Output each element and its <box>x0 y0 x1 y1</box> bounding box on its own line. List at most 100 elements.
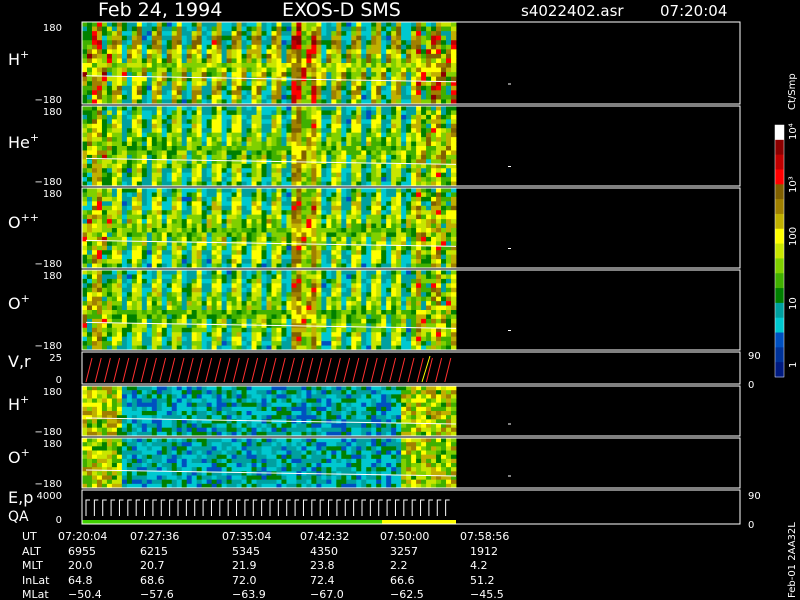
heatmap-cell <box>441 168 447 174</box>
heatmap-cell <box>161 106 168 111</box>
heatmap-cell <box>421 81 427 87</box>
heatmap-cell <box>156 223 163 229</box>
heatmap-cell <box>286 332 292 338</box>
heatmap-cell <box>451 259 457 264</box>
heatmap-cell <box>401 26 407 32</box>
heatmap-cell <box>101 310 108 315</box>
heatmap-cell <box>96 141 103 147</box>
heatmap-cell <box>116 283 123 289</box>
heatmap-cell <box>406 146 412 151</box>
heatmap-cell <box>121 159 128 165</box>
heatmap-cell <box>261 94 267 100</box>
heatmap-cell <box>111 63 118 68</box>
heatmap-cell <box>106 90 113 96</box>
heatmap-cell <box>231 40 237 46</box>
heatmap-cell <box>211 35 218 41</box>
heatmap-cell <box>296 35 302 41</box>
heatmap-cell <box>216 106 223 111</box>
heatmap-cell <box>201 177 208 182</box>
heatmap-cell <box>151 296 158 302</box>
heatmap-cell <box>446 53 452 59</box>
heatmap-cell <box>161 250 168 256</box>
heatmap-cell <box>121 22 128 27</box>
heatmap-cell <box>276 210 282 216</box>
heatmap-cell <box>246 214 252 220</box>
heatmap-cell <box>321 223 327 229</box>
heatmap-cell <box>211 53 218 59</box>
heatmap-cell <box>436 67 442 73</box>
heatmap-cell <box>86 201 93 207</box>
heatmap-cell <box>416 150 422 156</box>
heatmap-cell <box>191 81 198 87</box>
heatmap-cell <box>101 114 108 120</box>
heatmap-cell <box>366 177 372 182</box>
heatmap-cell <box>296 201 302 207</box>
heatmap-cell <box>281 205 287 211</box>
heatmap-cell <box>321 236 327 242</box>
heatmap-cell <box>281 172 287 178</box>
heatmap-cell <box>356 119 362 125</box>
heatmap-cell <box>181 85 188 91</box>
heatmap-cell <box>196 154 203 160</box>
heatmap-cell <box>111 35 118 41</box>
heatmap-cell <box>186 44 193 50</box>
heatmap-cell <box>156 94 163 100</box>
heatmap-cell <box>256 259 262 264</box>
heatmap-cell <box>331 287 337 293</box>
heatmap-cell <box>106 201 113 207</box>
heatmap-cell <box>146 123 153 129</box>
heatmap-cell <box>366 67 372 73</box>
heatmap-cell <box>276 154 282 160</box>
heatmap-cell <box>291 114 297 120</box>
heatmap-cell <box>246 35 252 41</box>
heatmap-cell <box>216 85 223 91</box>
heatmap-cell <box>156 150 163 156</box>
heatmap-cell <box>86 44 93 50</box>
heatmap-cell <box>451 232 457 238</box>
heatmap-cell <box>221 314 228 320</box>
heatmap-cell <box>181 232 188 238</box>
heatmap-cell <box>191 196 198 202</box>
heatmap-cell <box>136 31 143 37</box>
heatmap-cell <box>301 132 307 138</box>
heatmap-cell <box>106 177 113 182</box>
heatmap-cell <box>301 119 307 125</box>
heatmap-cell <box>341 163 347 169</box>
heatmap-cell <box>266 270 272 275</box>
heatmap-cell <box>231 283 237 289</box>
heatmap-cell <box>236 58 242 64</box>
heatmap-cell <box>371 141 377 147</box>
heatmap-cell <box>231 314 237 320</box>
heatmap-cell <box>151 137 158 142</box>
heatmap-cell <box>86 67 93 73</box>
heatmap-cell <box>176 214 183 220</box>
heatmap-cell <box>111 22 118 27</box>
heatmap-cell <box>211 283 218 289</box>
heatmap-cell <box>116 214 123 220</box>
heatmap-cell <box>226 223 232 229</box>
heatmap-cell <box>426 254 432 260</box>
heatmap-cell <box>96 219 103 224</box>
heatmap-cell <box>196 58 203 64</box>
heatmap-cell <box>106 168 113 174</box>
heatmap-cell <box>206 232 213 238</box>
heatmap-cell <box>316 44 322 50</box>
heatmap-cell <box>91 53 98 59</box>
heatmap-cell <box>421 168 427 174</box>
heatmap-cell <box>231 58 237 64</box>
heatmap-cell <box>101 214 108 220</box>
panel-2: O++180−180 <box>8 187 741 270</box>
heatmap-cell <box>206 228 213 233</box>
heatmap-cell <box>286 44 292 50</box>
heatmap-cell <box>221 31 228 37</box>
heatmap-cell <box>396 22 402 27</box>
heatmap-cell <box>166 85 173 91</box>
heatmap-cell <box>181 245 188 251</box>
heatmap-cell <box>301 172 307 178</box>
heatmap-cell <box>151 146 158 151</box>
heatmap-cell <box>281 278 287 284</box>
heatmap-cell <box>346 110 352 116</box>
heatmap-cell <box>196 196 203 202</box>
heatmap-cell <box>146 287 153 293</box>
heatmap-cell <box>216 114 223 120</box>
